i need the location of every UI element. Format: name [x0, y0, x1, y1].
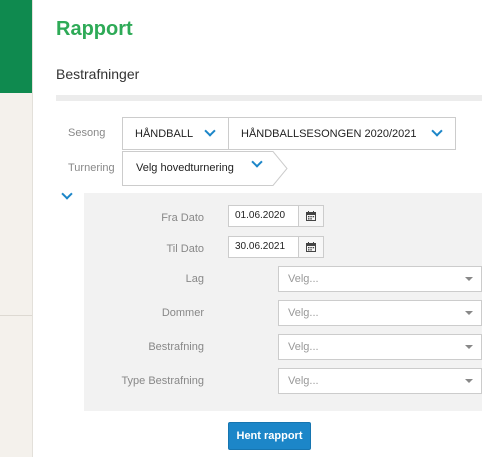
penalty-label: Bestrafning: [148, 341, 204, 353]
referee-label: Dommer: [161, 307, 204, 319]
sidebar: [0, 0, 33, 457]
penalty-type-select[interactable]: Velg...: [278, 368, 482, 394]
caret-down-icon: [465, 311, 473, 315]
penalty-select[interactable]: Velg...: [278, 334, 482, 360]
sport-value: HÅNDBALL: [135, 127, 194, 140]
from-date-value[interactable]: 01.06.2020: [229, 206, 299, 226]
team-label: Lag: [185, 273, 204, 285]
team-select[interactable]: Velg...: [278, 266, 482, 292]
referee-select[interactable]: Velg...: [278, 300, 482, 326]
calendar-icon[interactable]: [299, 237, 323, 257]
season-select[interactable]: HÅNDBALLSESONGEN 2020/2021: [228, 117, 456, 150]
from-date-field[interactable]: 01.06.2020: [228, 205, 324, 227]
caret-down-icon: [465, 277, 473, 281]
tournament-select[interactable]: Velg hovedturnering: [122, 151, 288, 186]
calendar-icon[interactable]: [299, 206, 323, 226]
chevron-down-icon: [204, 125, 216, 137]
page-subtitle: Bestrafninger: [56, 66, 140, 82]
penalty-type-placeholder: Velg...: [288, 375, 319, 387]
team-placeholder: Velg...: [288, 273, 319, 285]
to-date-field[interactable]: 30.06.2021: [228, 236, 324, 258]
main-content: Rapport Bestrafninger Sesong HÅNDBALL HÅ…: [33, 0, 482, 457]
to-date-value[interactable]: 30.06.2021: [229, 237, 299, 257]
page-title: Rapport: [56, 18, 133, 40]
to-date-label: Til Dato: [166, 243, 205, 255]
penalty-placeholder: Velg...: [288, 341, 319, 353]
caret-down-icon: [465, 345, 473, 349]
season-label: Sesong: [68, 127, 106, 139]
sport-select[interactable]: HÅNDBALL: [122, 117, 229, 150]
sidebar-divider: [0, 315, 32, 316]
sidebar-active-accent[interactable]: [0, 0, 32, 93]
penalty-type-label: Type Bestrafning: [121, 375, 204, 387]
from-date-label: Fra Dato: [161, 212, 204, 224]
referee-placeholder: Velg...: [288, 307, 319, 319]
tournament-label: Turnering: [68, 162, 115, 174]
chevron-down-icon: [61, 188, 73, 200]
filter-panel: Fra Dato 01.06.2020 Til Dato 30.06.2021 …: [84, 193, 482, 411]
caret-down-icon: [465, 379, 473, 383]
season-value: HÅNDBALLSESONGEN 2020/2021: [241, 127, 417, 140]
section-divider: [56, 95, 482, 101]
chevron-down-icon: [431, 125, 443, 137]
tournament-value: Velg hovedturnering: [136, 162, 234, 174]
fetch-report-button[interactable]: Hent rapport: [228, 422, 311, 450]
